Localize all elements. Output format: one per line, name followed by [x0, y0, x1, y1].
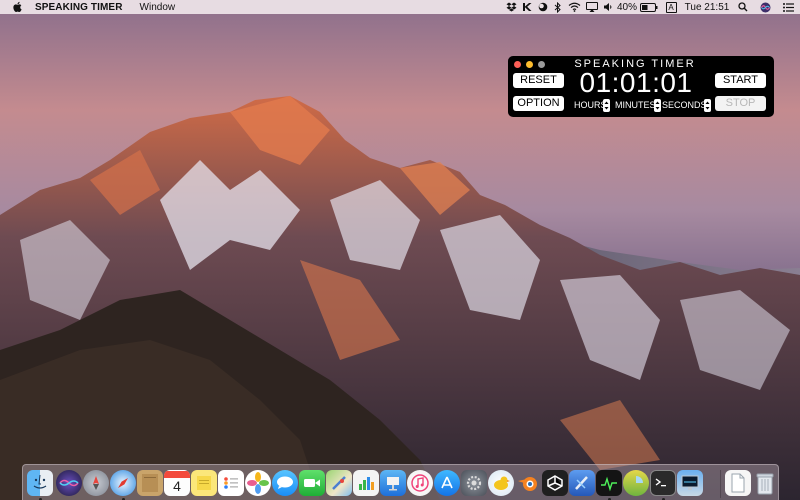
- safari-icon[interactable]: [110, 470, 136, 496]
- system-preferences-icon[interactable]: [461, 470, 487, 496]
- wifi-icon[interactable]: [565, 0, 583, 14]
- battery-percent[interactable]: 40%: [616, 0, 638, 14]
- menu-bar: SPEAKING TIMER Window 40% A Tue 21:51: [0, 0, 800, 14]
- dock: 4: [22, 464, 779, 500]
- reminders-icon[interactable]: [218, 470, 244, 496]
- moon-icon[interactable]: [535, 0, 550, 14]
- numbers-icon[interactable]: [353, 470, 379, 496]
- start-button[interactable]: START: [715, 73, 766, 88]
- reset-button[interactable]: RESET: [513, 73, 564, 88]
- xcode-icon[interactable]: [569, 470, 595, 496]
- apple-logo-icon[interactable]: [12, 1, 22, 13]
- calendar-day: 4: [173, 478, 181, 494]
- blender-icon[interactable]: [515, 470, 541, 496]
- siri-icon[interactable]: [56, 470, 82, 496]
- hours-stepper[interactable]: [603, 99, 610, 112]
- notes-icon[interactable]: [137, 470, 163, 496]
- cyberduck-icon[interactable]: [488, 470, 514, 496]
- stop-button[interactable]: STOP: [715, 96, 766, 111]
- itunes-icon[interactable]: [407, 470, 433, 496]
- document-icon[interactable]: [725, 470, 751, 496]
- unity-icon[interactable]: [542, 470, 568, 496]
- maps-icon[interactable]: [326, 470, 352, 496]
- app-store-icon[interactable]: [434, 470, 460, 496]
- app-menu-name[interactable]: SPEAKING TIMER: [35, 2, 123, 13]
- time-display: 01:01:01: [579, 67, 693, 98]
- photos-icon[interactable]: [245, 470, 271, 496]
- calendar-icon[interactable]: 4: [164, 470, 190, 496]
- stickies-icon[interactable]: [191, 470, 217, 496]
- launchpad-icon[interactable]: [83, 470, 109, 496]
- menu-window[interactable]: Window: [140, 2, 176, 13]
- finder-icon[interactable]: [27, 470, 53, 496]
- seconds-label: SECONDS: [662, 100, 707, 110]
- messages-icon[interactable]: [272, 470, 298, 496]
- keynote-icon[interactable]: [380, 470, 406, 496]
- bluetooth-icon[interactable]: [550, 0, 565, 14]
- seconds-stepper[interactable]: [704, 99, 711, 112]
- minimize-button[interactable]: [526, 61, 533, 68]
- menubar-clock[interactable]: Tue 21:51: [682, 0, 732, 14]
- network-utility-icon[interactable]: [677, 470, 703, 496]
- disk-utility-icon[interactable]: [623, 470, 649, 496]
- calendar-header: [164, 471, 190, 478]
- dropbox-icon[interactable]: [503, 0, 519, 14]
- hours-label: HOURS: [574, 100, 607, 110]
- list-icon[interactable]: [776, 0, 800, 14]
- zoom-button[interactable]: [538, 61, 545, 68]
- close-button[interactable]: [514, 61, 521, 68]
- battery-icon[interactable]: [638, 0, 660, 14]
- speaking-timer-window: SPEAKING TIMER RESET OPTION START STOP 0…: [508, 56, 774, 117]
- trash-icon[interactable]: [752, 470, 778, 496]
- k-icon[interactable]: [519, 0, 535, 14]
- input-source-label: A: [665, 1, 677, 13]
- minutes-label: MINUTES: [615, 100, 656, 110]
- siri-icon[interactable]: [754, 0, 776, 14]
- option-button[interactable]: OPTION: [513, 96, 564, 111]
- input-source-icon[interactable]: A: [660, 0, 682, 14]
- search-icon[interactable]: [732, 0, 754, 14]
- dock-separator: [720, 470, 721, 498]
- activity-monitor-icon[interactable]: [596, 470, 622, 496]
- status-area: 40% A Tue 21:51: [503, 0, 800, 14]
- facetime-icon[interactable]: [299, 470, 325, 496]
- terminal-icon[interactable]: [650, 470, 676, 496]
- minutes-stepper[interactable]: [654, 99, 661, 112]
- volume-icon[interactable]: [600, 0, 616, 14]
- airplay-icon[interactable]: [583, 0, 600, 14]
